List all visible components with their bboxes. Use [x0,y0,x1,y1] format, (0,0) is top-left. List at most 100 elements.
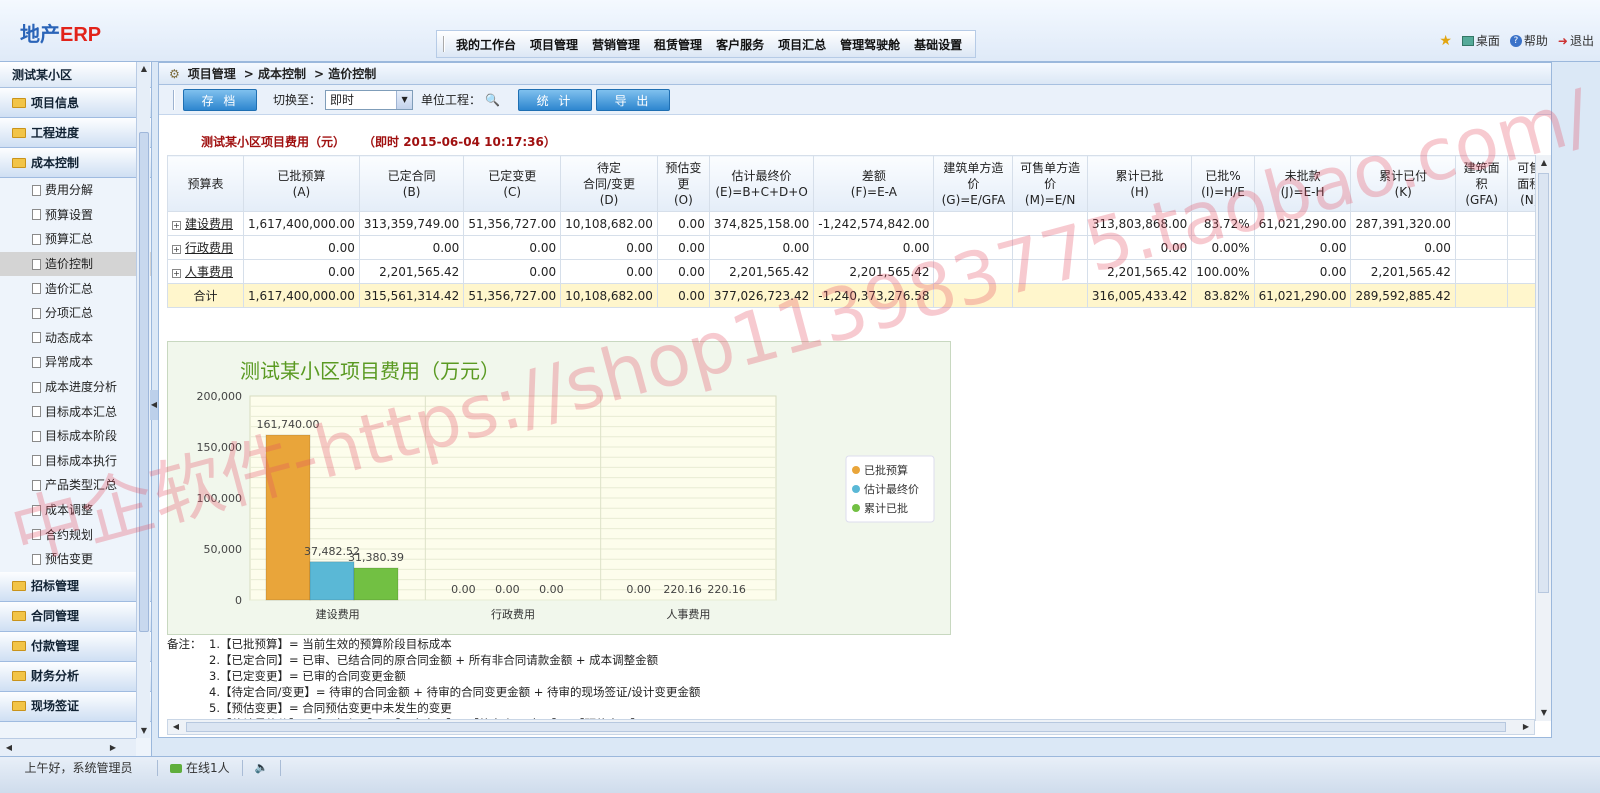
export-button[interactable]: 导 出 [595,88,670,111]
sidebar-group[interactable]: 财务分析 [0,661,151,692]
scroll-right-icon[interactable]: ▶ [1519,720,1533,734]
exit-link[interactable]: ➜ 退出 [1558,32,1594,49]
main-hscroll-thumb[interactable] [186,722,1506,732]
row-label: + 建设费用 [167,211,244,236]
column-header[interactable]: 预算表 [167,155,244,212]
legend-label[interactable]: 估计最终价 [864,482,919,496]
column-header[interactable]: 建筑单方造价 (G)=E/GFA [933,155,1014,212]
column-header[interactable]: 已定合同 (B) [358,155,465,212]
sidebar-group[interactable]: 付款管理 [0,631,151,662]
column-header[interactable]: 待定 合同/变更 (D) [560,155,658,212]
sidebar-item[interactable]: 产品类型汇总 [0,473,151,498]
column-header[interactable]: 估计最终价 (E)=B+C+D+O [708,155,815,212]
sidebar-item[interactable]: 异常成本 [0,350,151,375]
bar[interactable] [265,434,311,601]
sidebar-item[interactable]: 成本调整 [0,498,151,523]
column-header[interactable]: 未批款 (J)=E-H [1253,155,1352,212]
column-header[interactable]: 已批% (I)=H/E [1191,155,1255,212]
topnav-item[interactable]: 基础设置 [914,36,962,53]
topnav-item[interactable]: 我的工作台 [456,36,516,53]
sidebar-item[interactable]: 费用分解 [0,178,151,203]
scroll-left-icon[interactable]: ◀ [2,741,16,755]
note-line: 5.【预估变更】= 合同预估变更中未发生的变更 [209,701,452,715]
scroll-down-icon[interactable]: ▼ [137,724,151,738]
topnav-item[interactable]: 项目管理 [530,36,578,53]
table-cell: 83.72% [1191,211,1255,236]
sound-toggle[interactable]: 🔈 [243,760,282,776]
favorite-link[interactable]: ★ [1439,32,1452,49]
desktop-link[interactable]: 桌面 [1461,32,1500,49]
stat-button[interactable]: 统 计 [517,88,592,111]
bar-data-label: 220.16 [707,583,746,596]
save-button[interactable]: 存 档 [183,88,257,111]
column-header[interactable]: 预估变更 (O) [656,155,710,212]
switch-select[interactable]: 即时 ▼ [325,89,414,110]
scroll-up-icon[interactable]: ▲ [137,62,151,76]
bar[interactable] [309,561,355,601]
topnav-item[interactable]: 管理驾驶舱 [840,36,900,53]
scroll-up-icon[interactable]: ▲ [1537,156,1551,170]
row-link[interactable]: 建设费用 [185,217,233,231]
main-vscrollbar[interactable]: ▲ ▼ [1535,155,1551,721]
sidebar-group[interactable]: 成本控制 [0,148,151,178]
sidebar-item[interactable]: 分项汇总 [0,301,151,326]
column-header[interactable]: 差额 (F)=E-A [813,155,935,212]
row-link[interactable]: 人事费用 [185,265,233,279]
sidebar-item[interactable]: 合约规划 [0,522,151,547]
sidebar-item[interactable]: 目标成本阶段 [0,424,151,449]
column-header[interactable]: 已定变更 (C) [463,155,562,212]
bar-data-label: 161,740.00 [257,418,320,431]
topnav-item[interactable]: 营销管理 [592,36,640,53]
row-link[interactable]: 行政费用 [185,241,233,255]
topnav-item[interactable]: 租赁管理 [654,36,702,53]
sidebar-item[interactable]: 预估变更 [0,547,151,572]
scroll-down-icon[interactable]: ▼ [1537,706,1551,720]
sidebar-item[interactable]: 预算设置 [0,203,151,228]
main-hscrollbar[interactable]: ◀ ▶ [167,719,1535,735]
sidebar-group[interactable]: 招标管理 [0,571,151,602]
breadcrumb-item[interactable]: 项目管理 [188,63,236,85]
column-header-title: 建筑面积 [1463,160,1500,191]
column-header[interactable]: 建筑面积 (GFA) [1454,155,1509,212]
main-vscroll-thumb[interactable] [1538,173,1549,593]
table-cell: 0.00 [560,235,658,260]
legend-label[interactable]: 累计已批 [864,501,908,515]
topnav-item[interactable]: 客户服务 [716,36,764,53]
help-link[interactable]: ? 帮助 [1509,32,1548,49]
collapse-sidebar-handle[interactable]: ◀ [150,390,158,420]
sidebar-scroll-thumb[interactable] [139,132,149,632]
online-users[interactable]: 在线1人 [158,760,243,776]
sidebar-group[interactable]: 合同管理 [0,601,151,632]
expand-plus-icon[interactable]: + [172,269,181,278]
expand-plus-icon[interactable]: + [172,221,181,230]
sidebar-scrollbar[interactable]: ▲ ▼ [136,62,150,738]
legend-swatch [852,485,860,493]
sidebar-group[interactable]: 工程进度 [0,118,151,148]
column-header-formula: (D) [599,192,619,207]
column-header[interactable]: 已批预算 (A) [243,155,360,212]
sidebar-item[interactable]: 造价汇总 [0,276,151,301]
search-icon[interactable]: 🔍 [485,93,500,107]
sidebar-group-label: 现场签证 [31,699,80,713]
sidebar-group-label: 付款管理 [31,639,80,653]
column-header[interactable]: 累计已批 (H) [1086,155,1193,212]
breadcrumb-item[interactable]: > 成本控制 [244,63,306,85]
sidebar-group[interactable]: 现场签证 [0,691,151,722]
sidebar-item[interactable]: 预算汇总 [0,227,151,252]
sidebar-item[interactable]: 目标成本执行 [0,449,151,474]
scroll-right-icon[interactable]: ▶ [106,741,120,755]
sidebar-group[interactable]: 项目信息 [0,88,151,118]
sidebar-item[interactable]: 成本进度分析 [0,375,151,400]
sidebar-item[interactable]: 动态成本 [0,326,151,351]
sidebar-hscrollbar[interactable]: ◀ ▶ [0,738,136,756]
scroll-left-icon[interactable]: ◀ [169,720,183,734]
legend-label[interactable]: 已批预算 [864,463,908,477]
sidebar-item[interactable]: 造价控制 [0,251,151,277]
expand-plus-icon[interactable]: + [172,245,181,254]
sidebar-item[interactable]: 目标成本汇总 [0,399,151,424]
switch-label: 切换至： [273,93,322,107]
topnav-item[interactable]: 项目汇总 [778,36,826,53]
column-header[interactable]: 可售单方造价 (M)=E/N [1012,155,1088,212]
column-header[interactable]: 累计已付 (K) [1350,155,1456,212]
bar[interactable] [353,567,399,601]
